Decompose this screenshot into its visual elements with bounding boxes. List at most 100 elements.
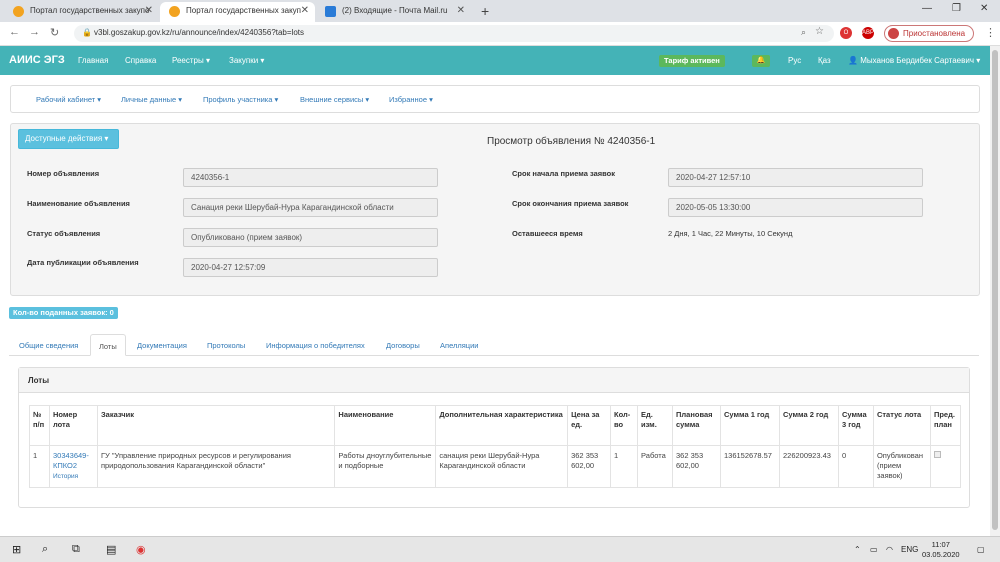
end-date-label: Срок окончания приема заявок <box>512 199 629 208</box>
number-field: 4240356-1 <box>183 168 438 187</box>
close-tab-icon[interactable]: ✕ <box>301 2 309 20</box>
tab-documentation[interactable]: Документация <box>137 341 187 350</box>
menu-favorites[interactable]: Избранное ▾ <box>389 95 433 104</box>
browser-tab-1[interactable]: Портал государственных закупо ✕ <box>4 2 159 22</box>
pubdate-label: Дата публикации объявления <box>27 258 139 267</box>
site-top-nav: АИИС ЭГЗ Главная Справка Реестры ▾ Закуп… <box>0 46 990 75</box>
lang-kz-link[interactable]: Қаз <box>818 56 831 65</box>
zoom-icon[interactable]: ⌕ <box>801 27 806 38</box>
file-explorer-icon[interactable]: ▤ <box>106 543 116 556</box>
start-date-field: 2020-04-27 12:57:10 <box>668 168 923 187</box>
reload-icon[interactable]: ↻ <box>50 26 59 39</box>
chrome-icon[interactable]: ◉ <box>136 543 146 556</box>
action-center-icon[interactable]: ▢ <box>977 545 985 554</box>
page-scrollbar-thumb[interactable] <box>992 50 998 530</box>
lot-extra: санация реки Шерубай-Нура Карагандинской… <box>435 445 569 488</box>
new-tab-button[interactable]: + <box>481 3 489 19</box>
site-favicon-icon <box>169 6 180 17</box>
available-actions-button[interactable]: Доступные действия ▾ <box>18 129 119 149</box>
lot-number-link[interactable]: 30343649-КПКО2 <box>53 451 89 470</box>
table-row: 1 30343649-КПКО2 История ГУ "Управление … <box>29 445 962 488</box>
pubdate-field: 2020-04-27 12:57:09 <box>183 258 438 277</box>
menu-participant-profile[interactable]: Профиль участника ▾ <box>203 95 278 104</box>
column-header: Сумма 2 год <box>778 405 839 446</box>
address-bar: ← → ↻ 🔒 v3bl.goszakup.gov.kz/ru/announce… <box>0 22 1000 46</box>
tariff-active-badge[interactable]: Тариф активен <box>659 55 725 67</box>
close-tab-icon[interactable]: ✕ <box>145 2 153 20</box>
tray-chevron-icon[interactable]: ⌃ <box>854 545 861 554</box>
lot-history-link[interactable]: История <box>53 473 78 480</box>
lang-ru-link[interactable]: Рус <box>788 56 801 65</box>
taskbar-clock[interactable]: 11:07 03.05.2020 <box>922 540 960 560</box>
tab-protocols[interactable]: Протоколы <box>207 341 245 350</box>
menu-workspace[interactable]: Рабочий кабинет ▾ <box>36 95 101 104</box>
remaining-time-value: 2 Дня, 1 Час, 22 Минуты, 10 Секунд <box>668 229 793 238</box>
battery-icon[interactable]: ▭ <box>870 545 878 554</box>
browser-tab-title: Портал государственных закупо <box>30 6 150 15</box>
adblock-extension-icon[interactable]: ABP <box>862 27 874 39</box>
nav-home[interactable]: Главная <box>78 56 108 65</box>
back-arrow-icon[interactable]: ← <box>9 26 20 38</box>
close-window-icon[interactable]: ✕ <box>980 3 988 14</box>
task-view-icon[interactable]: ⧉ <box>72 543 80 556</box>
url-omnibox[interactable]: 🔒 v3bl.goszakup.gov.kz/ru/announce/index… <box>74 25 834 42</box>
lot-index: 1 <box>29 445 50 488</box>
forward-arrow-icon[interactable]: → <box>29 26 40 38</box>
name-field: Санация реки Шерубай-Нура Карагандинской… <box>183 198 438 217</box>
nav-help[interactable]: Справка <box>125 56 156 65</box>
tab-contracts[interactable]: Договоры <box>386 341 420 350</box>
end-date-field: 2020-05-05 13:30:00 <box>668 198 923 217</box>
opera-extension-icon[interactable]: O <box>840 27 852 39</box>
lots-panel: Лоты № п/п Номер лота Заказчик Наименова… <box>18 367 970 508</box>
clock-date: 03.05.2020 <box>922 550 960 559</box>
lots-table: № п/п Номер лота Заказчик Наименование Д… <box>29 405 962 488</box>
site-brand[interactable]: АИИС ЭГЗ <box>9 54 65 66</box>
user-name: Мыханов Бердибек Сартаевич ▾ <box>860 56 981 65</box>
menu-personal-data[interactable]: Личные данные ▾ <box>121 95 182 104</box>
lot-customer: ГУ "Управление природных ресурсов и регу… <box>96 445 336 488</box>
url-text[interactable]: v3bl.goszakup.gov.kz/ru/announce/index/4… <box>94 28 304 37</box>
lot-number-cell: 30343649-КПКО2 История <box>48 445 98 488</box>
wifi-icon[interactable]: ◠ <box>886 545 893 554</box>
minimize-icon[interactable]: — <box>922 3 932 14</box>
search-icon[interactable]: ⌕ <box>42 543 48 556</box>
cabinet-menu: Рабочий кабинет ▾ Личные данные ▾ Профил… <box>10 85 980 113</box>
browser-tab-title: (2) Входящие - Почта Mail.ru <box>342 6 448 15</box>
lot-plan-sum: 362 353 602,00 <box>672 445 721 488</box>
tab-winners[interactable]: Информация о победителях <box>266 341 365 350</box>
profile-paused-button[interactable]: Приостановлена <box>884 25 974 42</box>
status-label: Статус объявления <box>27 229 101 238</box>
windows-start-icon[interactable]: ⊞ <box>12 543 21 556</box>
browser-menu-icon[interactable]: ⋮ <box>985 26 996 39</box>
remaining-time-label: Оставшееся время <box>512 229 583 238</box>
close-tab-icon[interactable]: ✕ <box>457 2 465 20</box>
column-header: Плановая сумма <box>672 405 721 446</box>
table-header-row: № п/п Номер лота Заказчик Наименование Д… <box>29 405 962 446</box>
start-date-label: Срок начала приема заявок <box>512 169 615 178</box>
lot-unit: Работа <box>637 445 674 488</box>
site-favicon-icon <box>13 6 24 17</box>
tab-appeals[interactable]: Апелляции <box>440 341 478 350</box>
bookmark-star-icon[interactable]: ☆ <box>815 26 824 37</box>
lot-sum-year3: 0 <box>837 445 874 488</box>
page-title: Просмотр объявления № 4240356-1 <box>487 136 656 147</box>
lots-header: Лоты <box>19 368 969 393</box>
lot-price: 362 353 602,00 <box>567 445 612 488</box>
lot-name: Работы дноуглубительные и подборные <box>334 445 437 488</box>
keyboard-language[interactable]: ENG <box>901 545 918 554</box>
maximize-icon[interactable]: ❐ <box>952 3 961 14</box>
nav-purchases[interactable]: Закупки ▾ <box>229 56 264 65</box>
column-header: Сумма 1 год <box>720 405 780 446</box>
user-menu[interactable]: 👤 Мыханов Бердибек Сартаевич ▾ <box>848 56 980 65</box>
column-header: Кол-во <box>610 405 639 446</box>
menu-external-services[interactable]: Внешние сервисы ▾ <box>300 95 369 104</box>
windows-taskbar: ⊞ ⌕ ⧉ ▤ ◉ ⌃ ▭ ◠ ENG 11:07 03.05.2020 ▢ <box>0 536 1000 562</box>
browser-tab-2[interactable]: Портал государственных закуп ✕ <box>160 2 315 22</box>
browser-tab-3[interactable]: (2) Входящие - Почта Mail.ru ✕ <box>316 2 471 22</box>
notification-bell-icon[interactable]: 🔔 <box>752 55 770 67</box>
nav-registries[interactable]: Реестры ▾ <box>172 56 210 65</box>
profile-avatar-icon <box>888 28 899 39</box>
tab-general[interactable]: Общие сведения <box>19 341 78 350</box>
lot-sum-year2: 226200923.43 <box>778 445 839 488</box>
tab-lots[interactable]: Лоты <box>90 334 126 356</box>
